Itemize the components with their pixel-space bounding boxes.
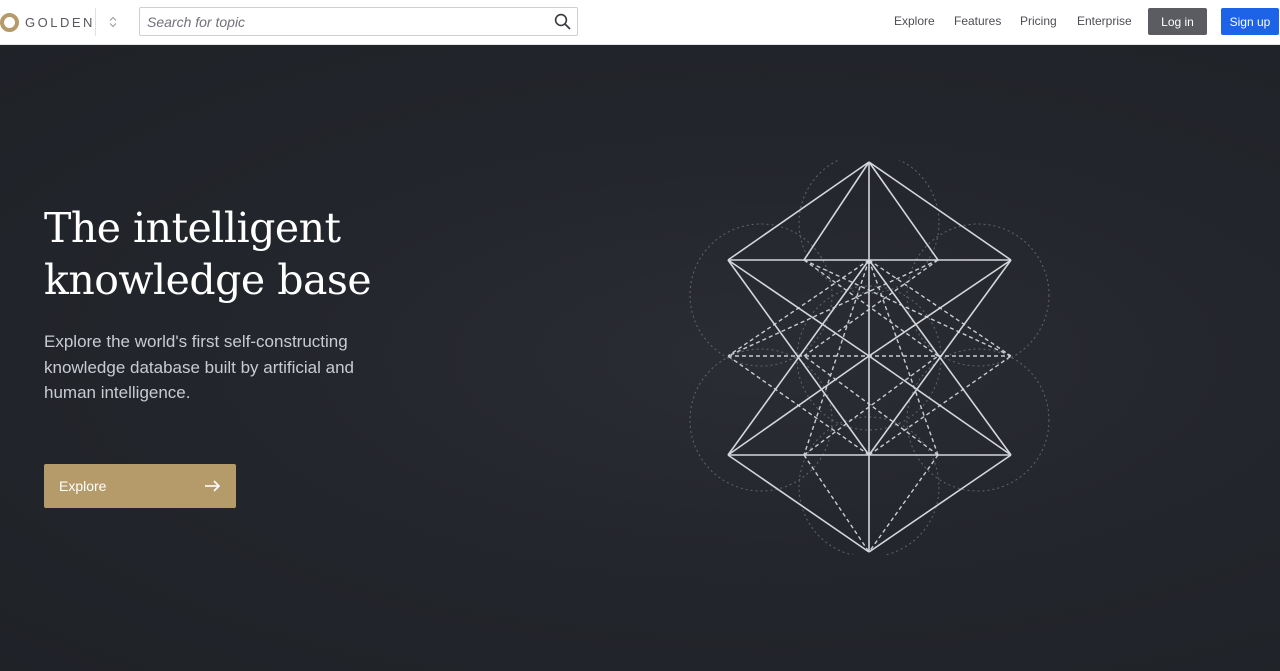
explore-cta-button[interactable]: Explore: [44, 464, 236, 508]
top-navigation-bar: GOLDEN Explore Features Pricing Enterpri…: [0, 0, 1280, 45]
hero-section: The intelligent knowledge base Explore t…: [0, 45, 1280, 671]
brand-logo[interactable]: GOLDEN: [0, 10, 95, 34]
search-icon[interactable]: [554, 13, 571, 30]
arrow-right-icon: [204, 479, 221, 493]
golden-ring-icon: [0, 12, 19, 32]
nav-link-features[interactable]: Features: [954, 14, 1001, 28]
nav-link-enterprise[interactable]: Enterprise: [1077, 14, 1132, 28]
hero-subtitle: Explore the world's first self-construct…: [44, 332, 354, 402]
hero-title-line-2: knowledge base: [44, 256, 372, 304]
sacred-geometry-icon: [689, 160, 1050, 555]
login-button[interactable]: Log in: [1148, 8, 1207, 35]
brand-name: GOLDEN: [25, 14, 95, 30]
logo-divider: [95, 8, 96, 36]
search-input[interactable]: [147, 12, 547, 32]
nav-link-explore[interactable]: Explore: [894, 14, 935, 28]
hero-title: The intelligent knowledge base: [44, 202, 464, 306]
hero-title-line-1: The intelligent: [44, 204, 341, 252]
chevron-up-down-icon[interactable]: [106, 13, 120, 31]
nav-link-pricing[interactable]: Pricing: [1020, 14, 1057, 28]
search-box: [139, 7, 578, 36]
explore-cta-label: Explore: [59, 478, 107, 494]
signup-button[interactable]: Sign up: [1221, 8, 1279, 35]
